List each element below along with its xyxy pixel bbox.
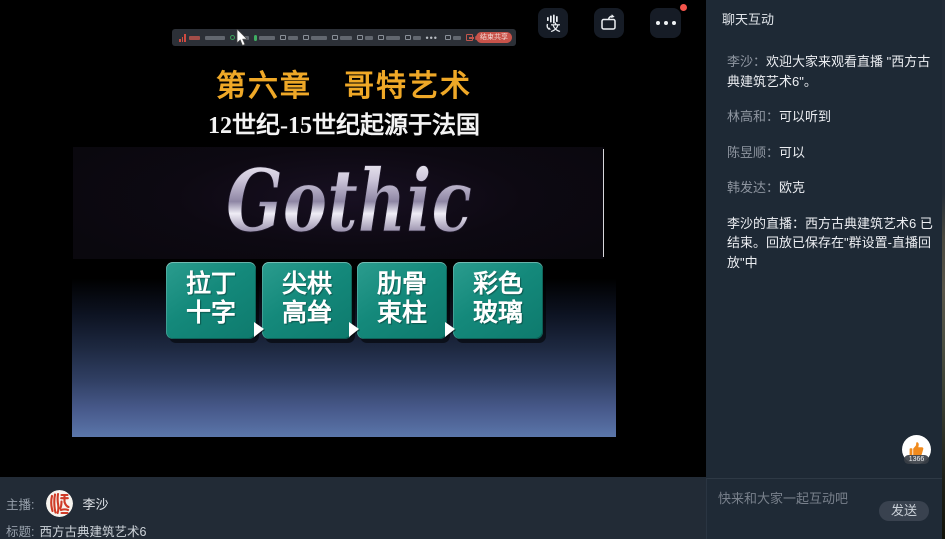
banner-right-edge (603, 149, 604, 257)
gothic-banner-image: Gothic (73, 147, 604, 259)
chat-message: 陈昱顺：可以 (727, 143, 935, 163)
chat-message-text: 可以 (779, 145, 805, 160)
slide-chapter-title: 第六章 哥特艺术 (72, 70, 616, 103)
flow-box-line: 尖栱 (262, 270, 352, 299)
flow-box-line: 拉丁 (166, 270, 256, 299)
svg-text:文: 文 (550, 22, 561, 33)
chat-sender-name: 林高和： (727, 109, 779, 124)
meeting-duration-text (205, 36, 225, 40)
slide-subtitle: 12世纪-15世纪起源于法国 (72, 113, 616, 140)
flow-arrow-icon (254, 322, 264, 337)
flow-box-line: 肋骨 (357, 270, 447, 299)
stream-title-label: 标题: (6, 521, 34, 539)
flow-box-stained-glass: 彩色 玻璃 (453, 262, 543, 339)
shared-slide: 第六章 哥特艺术 12世纪-15世纪起源于法国 Gothi (72, 30, 616, 437)
end-share-button[interactable]: 结束共享 (476, 32, 512, 43)
chat-sender-name: 李沙： (727, 54, 766, 69)
flow-box-pointed-arch: 尖栱 高耸 (262, 262, 352, 339)
gothic-word-art: Gothic (73, 147, 604, 259)
flow-arrow-icon (349, 322, 359, 337)
chat-message: 韩发达：欧克 (727, 178, 935, 198)
like-button[interactable]: 1366 (902, 435, 932, 465)
chat-sender-name: 韩发达： (727, 180, 779, 195)
chat-message: 林高和：可以听到 (727, 107, 935, 127)
chat-message-list: 李沙：欢迎大家来观看直播 "西方古典建筑艺术6"。 林高和：可以听到 陈昱顺：可… (727, 52, 935, 288)
stream-title-value: 西方古典建筑艺术6 (39, 521, 146, 539)
chat-message: 李沙：欢迎大家来观看直播 "西方古典建筑艺术6"。 (727, 52, 935, 91)
flow-box-line: 束柱 (357, 299, 447, 328)
chat-input-area: 快来和大家一起互动吧 发送 (706, 478, 942, 539)
chat-icon[interactable] (357, 35, 373, 40)
chat-message-text: 欧克 (779, 180, 805, 195)
chat-input[interactable]: 快来和大家一起互动吧 (718, 488, 848, 507)
video-area: 第六章 哥特艺术 12世纪-15世纪起源于法国 Gothi (0, 0, 706, 477)
flow-box-line: 彩色 (453, 270, 543, 299)
signal-icon (179, 34, 200, 42)
toolbar-more-icon[interactable]: ••• (426, 35, 440, 41)
like-count-badge: 1366 (904, 455, 929, 464)
notification-dot (680, 4, 687, 11)
caption-translate-button[interactable]: 文 (538, 8, 568, 38)
flow-box-line: 高耸 (262, 299, 352, 328)
chat-panel-title: 聊天互动 (722, 9, 774, 28)
host-avatar[interactable] (46, 490, 73, 517)
flow-box-line: 十字 (166, 299, 256, 328)
svg-text:Gothic: Gothic (226, 151, 472, 252)
chat-sender-name: 陈昱顺： (727, 145, 779, 160)
apps-icon[interactable] (405, 35, 421, 40)
chat-system-message: 李沙的直播：西方古典建筑艺术6 已结束。回放已保存在"群设置-直播回放"中 (727, 214, 935, 273)
flow-arrow-icon (445, 322, 455, 337)
live-stream-window: 第六章 哥特艺术 12世纪-15世纪起源于法国 Gothi (0, 0, 945, 539)
chat-sender-name: 李沙的直播： (727, 216, 805, 231)
rotate-screen-button[interactable] (594, 8, 624, 38)
rotate-screen-icon (599, 13, 619, 33)
mouse-cursor (236, 29, 249, 47)
setting-icon[interactable] (445, 35, 461, 40)
flow-box-rib-vault: 肋骨 束柱 (357, 262, 447, 339)
camera-icon[interactable] (280, 35, 298, 40)
docs-icon[interactable] (378, 35, 400, 40)
members-icon[interactable] (332, 35, 352, 40)
host-name: 李沙 (82, 494, 108, 513)
share-icon[interactable] (303, 35, 327, 40)
send-button[interactable]: 发送 (879, 501, 929, 521)
host-info-bar: 主播: 李沙 标题: 西方古典建筑艺术6 (0, 477, 706, 539)
flow-box-latin-cross: 拉丁 十字 (166, 262, 256, 339)
more-icon (654, 21, 678, 25)
more-options-button[interactable] (650, 8, 681, 38)
captured-meeting-toolbar: ••• 结束共享 (172, 29, 516, 46)
flow-box-line: 玻璃 (453, 299, 543, 328)
host-label: 主播: (6, 494, 34, 513)
chat-message-text: 可以听到 (779, 109, 831, 124)
voice-to-text-icon: 文 (543, 13, 563, 33)
mic-icon[interactable] (254, 35, 275, 41)
